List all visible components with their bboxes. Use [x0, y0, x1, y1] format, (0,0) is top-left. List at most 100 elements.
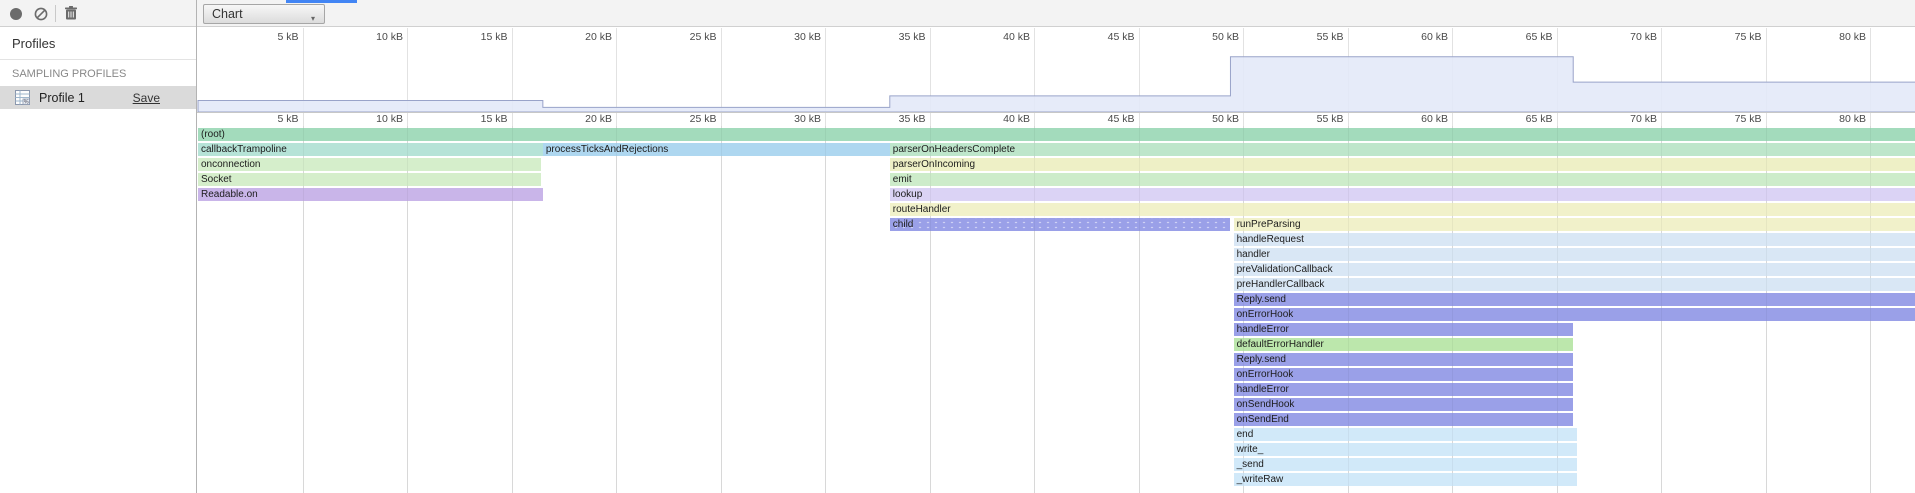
- flame-gridline-overlay: [1348, 126, 1349, 493]
- profiles-heading[interactable]: Profiles: [0, 27, 196, 60]
- flame-bar[interactable]: write_: [1234, 443, 1578, 456]
- flame-gridline-overlay: [1557, 126, 1558, 493]
- flame-bar[interactable]: handleRequest: [1234, 233, 1915, 246]
- overview-flame-divider: [197, 112, 1915, 113]
- flame-bar[interactable]: end: [1234, 428, 1578, 441]
- overview-gridline: [512, 28, 513, 112]
- flame-chart-pane[interactable]: 5 kB5 kB10 kB10 kB15 kB15 kB20 kB20 kB25…: [197, 27, 1915, 493]
- flame-bar[interactable]: parserOnIncoming: [890, 158, 1915, 171]
- flame-axis-tick-label: 70 kB: [1597, 113, 1657, 125]
- overview-axis-tick-label: 50 kB: [1179, 31, 1239, 43]
- flame-gridline-overlay: [930, 126, 931, 493]
- flame-axis-tick-label: 75 kB: [1702, 113, 1762, 125]
- flame-bar[interactable]: onSendEnd: [1234, 413, 1574, 426]
- overview-gridline: [1243, 28, 1244, 112]
- toolbar: Chart ▾: [0, 0, 1915, 27]
- flame-bar[interactable]: preHandlerCallback: [1234, 278, 1915, 291]
- overview-gridline: [616, 28, 617, 112]
- flame-gridline-overlay: [512, 126, 513, 493]
- overview-gridline: [1139, 28, 1140, 112]
- flame-axis-tick-label: 35 kB: [866, 113, 926, 125]
- clear-profiles-icon[interactable]: [33, 6, 49, 22]
- overview-gridline: [1661, 28, 1662, 112]
- overview-axis-tick-label: 25 kB: [657, 31, 717, 43]
- overview-gridline: [1557, 28, 1558, 112]
- profile-item[interactable]: % Profile 1 Save: [0, 86, 196, 109]
- flame-bar[interactable]: child: [890, 218, 1231, 231]
- chevron-down-icon: ▾: [311, 10, 315, 28]
- overview-gridline: [1452, 28, 1453, 112]
- overview-axis-tick-label: 60 kB: [1388, 31, 1448, 43]
- flame-bar[interactable]: emit: [890, 173, 1915, 186]
- overview-gridline: [407, 28, 408, 112]
- flame-axis-tick-label: 55 kB: [1284, 113, 1344, 125]
- flame-gridline-overlay: [1034, 126, 1035, 493]
- profile-name: Profile 1: [39, 91, 85, 105]
- flame-bar[interactable]: _writeRaw: [1234, 473, 1578, 486]
- overview-axis-tick-label: 80 kB: [1806, 31, 1866, 43]
- flame-bar[interactable]: onErrorHook: [1234, 368, 1574, 381]
- svg-text:%: %: [24, 100, 29, 106]
- overview-gridline: [1034, 28, 1035, 112]
- flame-bar[interactable]: handleError: [1234, 383, 1574, 396]
- overview-gridline: [1766, 28, 1767, 112]
- flame-bar[interactable]: Readable.on: [198, 188, 543, 201]
- flame-bar[interactable]: handleError: [1234, 323, 1574, 336]
- view-mode-select[interactable]: Chart ▾: [203, 4, 325, 24]
- flame-bar[interactable]: _send: [1234, 458, 1578, 471]
- flame-bar[interactable]: preValidationCallback: [1234, 263, 1915, 276]
- trash-icon[interactable]: [63, 5, 79, 21]
- record-icon[interactable]: [10, 8, 22, 20]
- overview-axis-tick-label: 70 kB: [1597, 31, 1657, 43]
- overview-axis-tick-label: 45 kB: [1075, 31, 1135, 43]
- flame-gridline-overlay: [303, 126, 304, 493]
- flame-gridline-overlay: [1870, 126, 1871, 493]
- flame-bar[interactable]: processTicksAndRejections: [543, 143, 890, 156]
- overview-axis-tick-label: 35 kB: [866, 31, 926, 43]
- overview-gridline: [930, 28, 931, 112]
- flame-bar[interactable]: Reply.send: [1234, 353, 1574, 366]
- overview-axis-tick-label: 15 kB: [448, 31, 508, 43]
- overview-axis-tick-label: 5 kB: [239, 31, 299, 43]
- flame-gridline-overlay: [407, 126, 408, 493]
- overview-axis-tick-label: 30 kB: [761, 31, 821, 43]
- sidebar: Profiles SAMPLING PROFILES % Profile 1 S…: [0, 27, 196, 493]
- flame-axis-tick-label: 45 kB: [1075, 113, 1135, 125]
- flame-axis-tick-label: 10 kB: [343, 113, 403, 125]
- sampling-profiles-heading: SAMPLING PROFILES: [0, 60, 196, 86]
- flame-bar[interactable]: (root): [198, 128, 1915, 141]
- save-link[interactable]: Save: [133, 91, 160, 105]
- flame-bar[interactable]: Reply.send: [1234, 293, 1915, 306]
- panel-divider[interactable]: [196, 0, 197, 493]
- flame-bar[interactable]: handler: [1234, 248, 1915, 261]
- overview-gridline: [1870, 28, 1871, 112]
- flame-bar[interactable]: Socket: [198, 173, 541, 186]
- flame-bar[interactable]: runPreParsing: [1234, 218, 1915, 231]
- flame-gridline-overlay: [721, 126, 722, 493]
- flame-axis-tick-label: 65 kB: [1493, 113, 1553, 125]
- overview-gridline: [303, 28, 304, 112]
- flame-axis-tick-label: 40 kB: [970, 113, 1030, 125]
- overview-gridline: [1348, 28, 1349, 112]
- toolbar-separator: [55, 5, 56, 22]
- overview-gridline: [825, 28, 826, 112]
- view-mode-value: Chart: [212, 7, 243, 21]
- flame-bar[interactable]: parserOnHeadersComplete: [890, 143, 1915, 156]
- overview-axis-tick-label: 40 kB: [970, 31, 1030, 43]
- overview-axis-tick-label: 65 kB: [1493, 31, 1553, 43]
- flame-bar[interactable]: onSendHook: [1234, 398, 1574, 411]
- flame-bar[interactable]: onErrorHook: [1234, 308, 1915, 321]
- overview-axis-tick-label: 10 kB: [343, 31, 403, 43]
- flame-bar[interactable]: callbackTrampoline: [198, 143, 543, 156]
- overview-axis-tick-label: 20 kB: [552, 31, 612, 43]
- overview-gridline: [721, 28, 722, 112]
- flame-axis-tick-label: 60 kB: [1388, 113, 1448, 125]
- flame-bar[interactable]: defaultErrorHandler: [1234, 338, 1574, 351]
- flame-bar[interactable]: lookup: [890, 188, 1915, 201]
- heap-profile-icon: %: [14, 89, 31, 106]
- devtools-memory-panel: Chart ▾ Profiles SAMPLING PROFILES % Pro…: [0, 0, 1915, 493]
- flame-gridline-overlay: [616, 126, 617, 493]
- flame-bar[interactable]: routeHandler: [890, 203, 1915, 216]
- flame-bar[interactable]: onconnection: [198, 158, 541, 171]
- flame-axis-tick-label: 50 kB: [1179, 113, 1239, 125]
